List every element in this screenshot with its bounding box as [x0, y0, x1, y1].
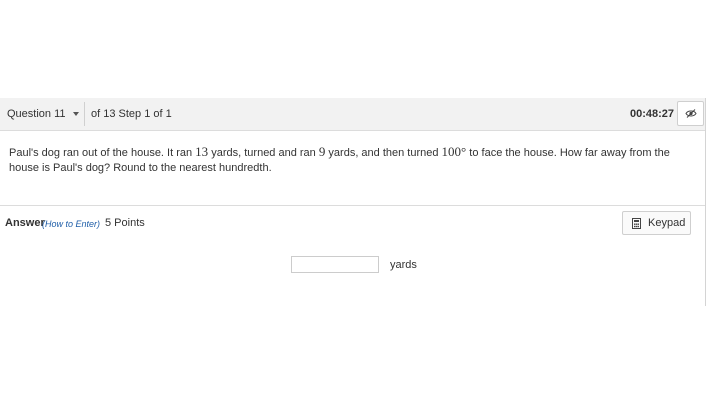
question-text-part1: Paul's dog ran out of the house. It ran [9, 147, 196, 159]
answer-unit: yards [390, 259, 417, 271]
distance-1: 13 [195, 144, 209, 159]
question-text-part3: yards, and then turned [325, 147, 442, 159]
header-divider [84, 102, 85, 126]
keypad-label: Keypad [648, 217, 686, 229]
answer-label: Answer [5, 217, 45, 229]
question-selector-label: Question 11 [7, 108, 66, 120]
hide-timer-button[interactable] [677, 101, 704, 126]
question-text: Paul's dog ran out of the house. It ran … [9, 144, 689, 176]
timer: 00:48:27 [629, 108, 674, 120]
calculator-icon [632, 217, 641, 229]
section-divider [0, 205, 705, 206]
how-to-enter-link[interactable]: (How to Enter) [42, 217, 100, 231]
caret-down-icon [72, 112, 79, 116]
eye-slash-icon [684, 109, 697, 118]
answer-input[interactable] [291, 256, 379, 273]
page: Question 11 of 13 Step 1 of 1 00:48:27 P… [0, 0, 720, 405]
question-text-part2: yards, turned and ran [208, 147, 319, 159]
question-selector-dropdown[interactable]: Question 11 [0, 98, 84, 130]
step-indicator: of 13 Step 1 of 1 [91, 108, 172, 120]
question-header-bar: Question 11 of 13 Step 1 of 1 00:48:27 [0, 98, 705, 131]
turn-angle: 100° [441, 144, 467, 159]
question-panel: Question 11 of 13 Step 1 of 1 00:48:27 P… [0, 98, 706, 306]
points-value: 5 Points [105, 217, 145, 229]
keypad-button[interactable]: Keypad [622, 211, 691, 235]
